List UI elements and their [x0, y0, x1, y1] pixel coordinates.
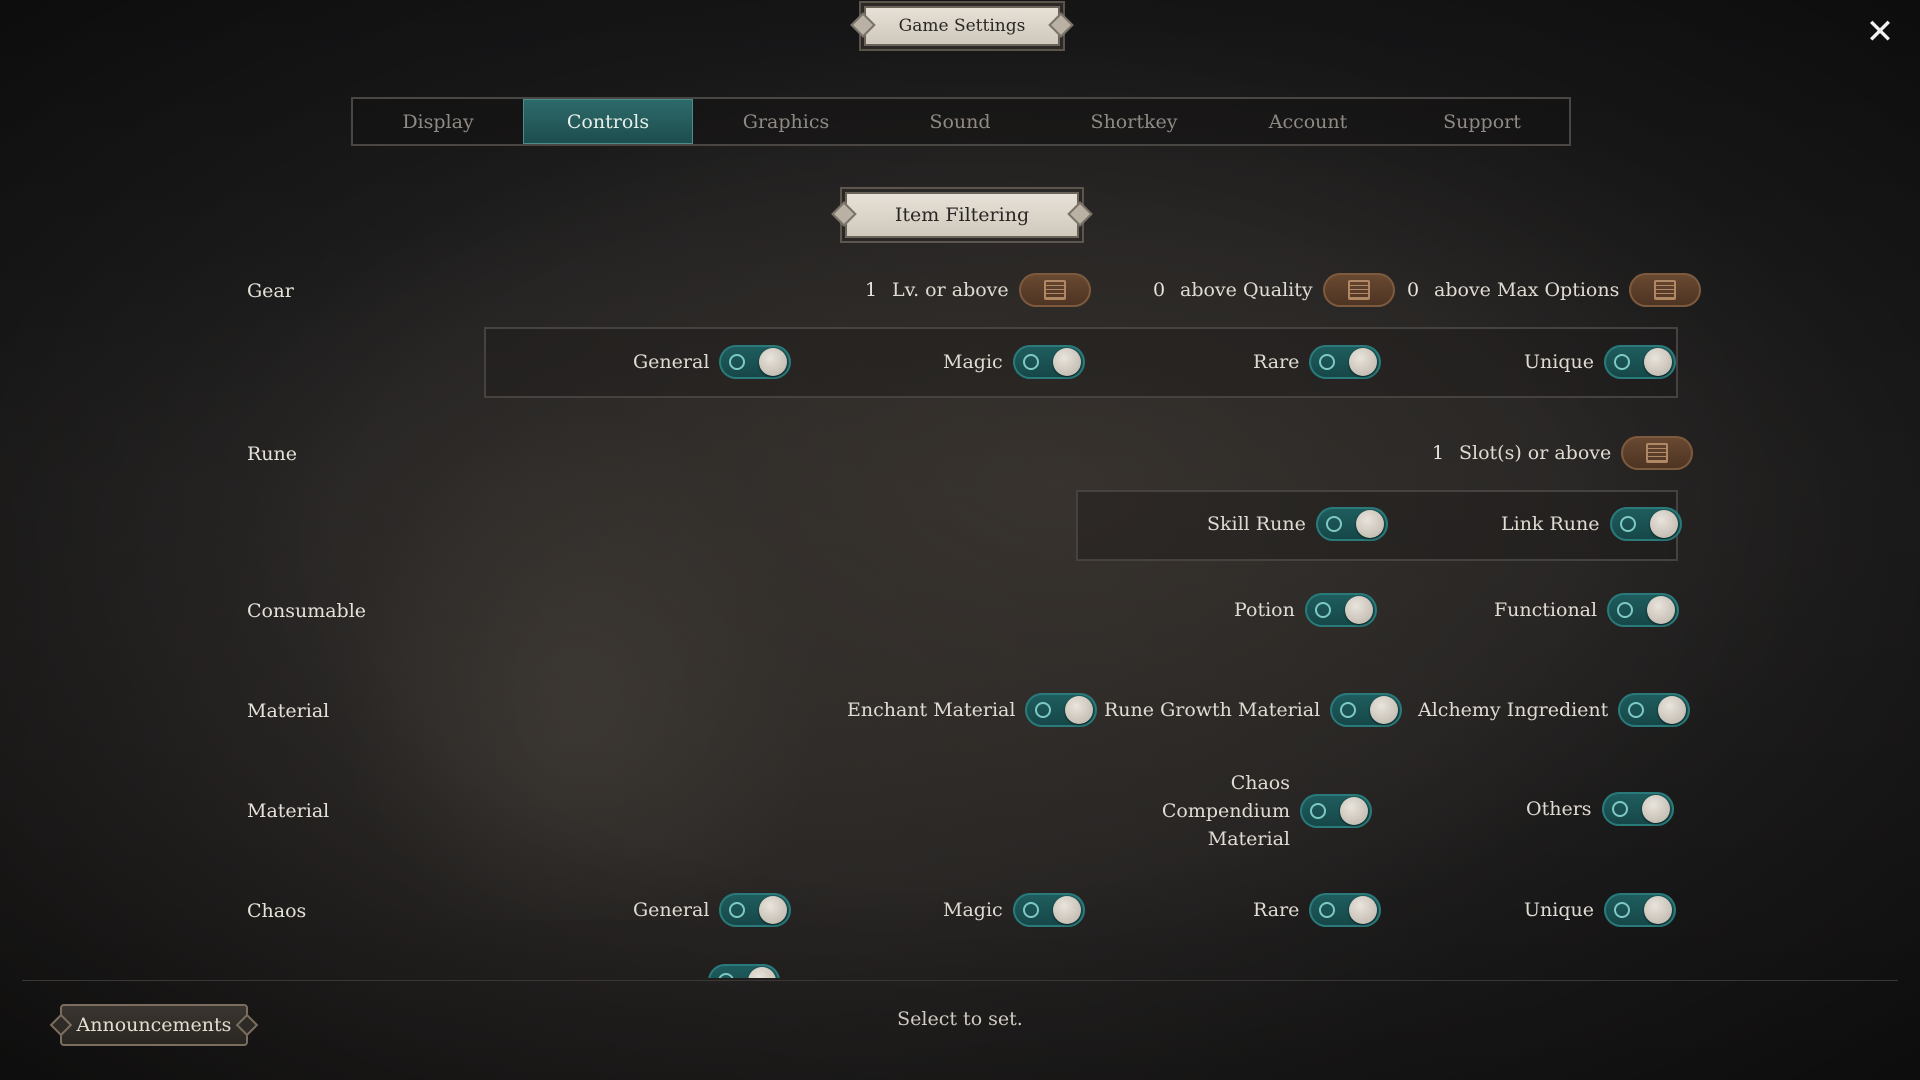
rune-slots-label: Slot(s) or above — [1459, 442, 1612, 464]
chaos-general-label: General — [633, 899, 710, 921]
chaos-label: Chaos — [247, 900, 307, 922]
gear-max-options-filter: 0 above Max Options — [1402, 272, 1702, 308]
rune-skill-toggle[interactable] — [1315, 507, 1388, 541]
chaos-magic-toggle[interactable] — [1012, 893, 1085, 927]
gear-quality-filter: 0 above Quality — [1148, 272, 1395, 308]
chaos-rare-label: Rare — [1253, 899, 1300, 921]
edit-icon — [1646, 443, 1669, 463]
rune-slots-filter: 1 Slot(s) or above — [1427, 435, 1694, 471]
consumable-label: Consumable — [247, 600, 367, 622]
rune-link-label: Link Rune — [1501, 513, 1600, 535]
background-art — [300, 360, 860, 920]
gear-rare-toggle[interactable] — [1309, 345, 1382, 379]
gear-general-option: General — [633, 344, 792, 380]
chaos-rare-option: Rare — [1253, 892, 1382, 928]
gear-general-toggle[interactable] — [719, 345, 792, 379]
tab-controls[interactable]: Controls — [523, 99, 693, 144]
chaos-unique-label: Unique — [1524, 899, 1594, 921]
material-enchant-toggle[interactable] — [1025, 693, 1098, 727]
rune-skill-option: Skill Rune — [1207, 506, 1388, 542]
consumable-potion-toggle[interactable] — [1304, 593, 1377, 627]
chaos-magic-label: Magic — [943, 899, 1003, 921]
material-rune-growth-label: Rune Growth Material — [1104, 699, 1321, 721]
gear-max-options-edit-button[interactable] — [1629, 273, 1702, 307]
gear-unique-label: Unique — [1524, 351, 1594, 373]
chaos-rare-toggle[interactable] — [1309, 893, 1382, 927]
rune-label: Rune — [247, 443, 298, 465]
rune-skill-label: Skill Rune — [1207, 513, 1306, 535]
material-chaos-compendium-toggle[interactable] — [1300, 794, 1372, 828]
chaos-magic-option: Magic — [943, 892, 1085, 928]
rune-link-toggle[interactable] — [1609, 507, 1682, 541]
chaos-general-option: General — [633, 892, 792, 928]
rune-slots-value: 1 — [1431, 442, 1445, 464]
gear-level-value: 1 — [864, 279, 878, 301]
gear-quality-value: 0 — [1152, 279, 1166, 301]
tab-display[interactable]: Display — [353, 99, 523, 144]
tab-sound[interactable]: Sound — [873, 99, 1047, 144]
gear-rare-label: Rare — [1253, 351, 1300, 373]
material-chaos-compendium-option: Chaos Compendium Material — [1100, 772, 1372, 850]
rune-slots-edit-button[interactable] — [1621, 436, 1694, 470]
settings-tabs: Display Controls Graphics Sound Shortkey… — [351, 97, 1571, 146]
tab-account[interactable]: Account — [1221, 99, 1395, 144]
gear-unique-toggle[interactable] — [1603, 345, 1676, 379]
chaos-unique-option: Unique — [1524, 892, 1676, 928]
gear-rare-option: Rare — [1253, 344, 1382, 380]
chaos-general-toggle[interactable] — [719, 893, 792, 927]
gear-label: Gear — [247, 280, 294, 302]
material-others-option: Others — [1526, 791, 1674, 827]
material-alchemy-toggle[interactable] — [1618, 693, 1691, 727]
consumable-functional-option: Functional — [1494, 592, 1680, 628]
material-chaos-compendium-label: Chaos Compendium Material — [1161, 772, 1290, 850]
gear-max-options-value: 0 — [1406, 279, 1420, 301]
material-others-label: Others — [1526, 798, 1592, 820]
gear-quality-label: above Quality — [1180, 279, 1313, 301]
gear-general-label: General — [633, 351, 710, 373]
gear-magic-option: Magic — [943, 344, 1085, 380]
rune-link-option: Link Rune — [1501, 506, 1682, 542]
section-title: Item Filtering — [845, 192, 1079, 238]
material-rune-growth-option: Rune Growth Material — [1104, 692, 1403, 728]
material-label: Material — [247, 700, 330, 722]
edit-icon — [1043, 280, 1066, 300]
tab-support[interactable]: Support — [1395, 99, 1569, 144]
material-enchant-label: Enchant Material — [847, 699, 1016, 721]
material-others-toggle[interactable] — [1601, 792, 1674, 826]
gear-level-label: Lv. or above — [892, 279, 1009, 301]
material-rune-growth-toggle[interactable] — [1330, 693, 1403, 727]
window-title: Game Settings — [864, 6, 1060, 46]
gear-magic-toggle[interactable] — [1012, 345, 1085, 379]
tab-shortkey[interactable]: Shortkey — [1047, 99, 1221, 144]
gear-level-filter: 1 Lv. or above — [860, 272, 1091, 308]
consumable-potion-option: Potion — [1234, 592, 1377, 628]
gear-max-options-label: above Max Options — [1434, 279, 1620, 301]
gear-magic-label: Magic — [943, 351, 1003, 373]
hint-text: Select to set. — [897, 1008, 1023, 1030]
tab-graphics[interactable]: Graphics — [699, 99, 873, 144]
material-alchemy-label: Alchemy Ingredient — [1418, 699, 1609, 721]
consumable-functional-toggle[interactable] — [1607, 593, 1680, 627]
gear-unique-option: Unique — [1524, 344, 1676, 380]
gear-quality-edit-button[interactable] — [1322, 273, 1395, 307]
chaos-unique-toggle[interactable] — [1603, 893, 1676, 927]
footer-divider — [22, 980, 1898, 981]
edit-icon — [1347, 280, 1370, 300]
partially-hidden-toggle[interactable] — [708, 964, 780, 978]
consumable-potion-label: Potion — [1234, 599, 1295, 621]
consumable-functional-label: Functional — [1494, 599, 1598, 621]
material-enchant-option: Enchant Material — [847, 692, 1098, 728]
material-alchemy-option: Alchemy Ingredient — [1418, 692, 1691, 728]
material-label-2: Material — [247, 800, 330, 822]
close-icon[interactable]: ✕ — [1860, 12, 1900, 52]
edit-icon — [1654, 280, 1677, 300]
gear-level-edit-button[interactable] — [1018, 273, 1091, 307]
